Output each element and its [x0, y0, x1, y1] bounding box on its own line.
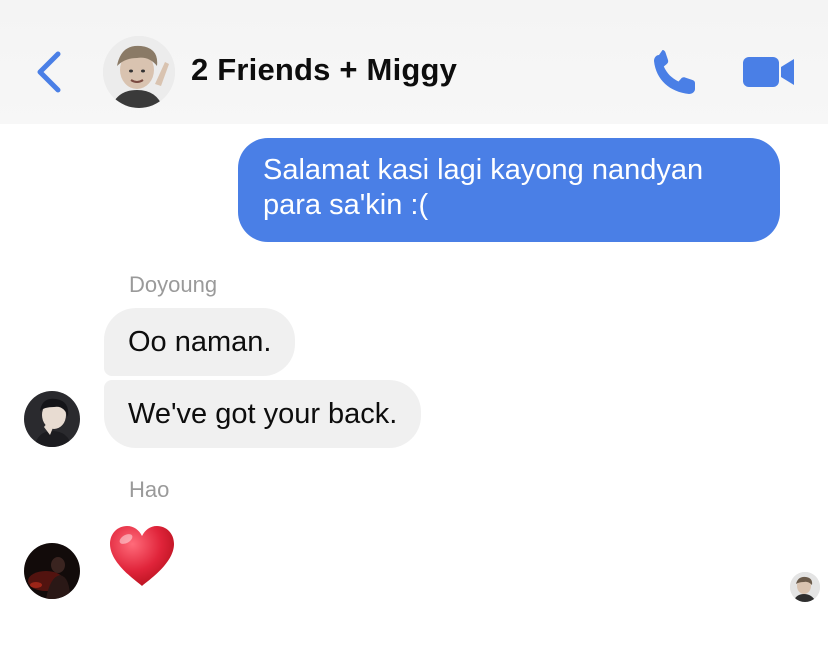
chevron-left-icon: [37, 51, 61, 93]
conversation-title[interactable]: 2 Friends + Miggy: [191, 52, 457, 88]
phone-icon: [654, 50, 695, 94]
group-avatar[interactable]: [103, 36, 175, 108]
read-receipt-avatar: [790, 572, 820, 602]
video-call-button[interactable]: [741, 52, 797, 92]
avatar-doyoung[interactable]: [24, 391, 80, 447]
call-button[interactable]: [648, 48, 700, 96]
chat-header: 2 Friends + Miggy: [0, 0, 828, 124]
incoming-message-bubble[interactable]: We've got your back.: [104, 380, 422, 448]
avatar-hao[interactable]: [24, 543, 80, 599]
outgoing-message-line-1: Salamat kasi lagi kayong nandyan: [263, 154, 704, 186]
heart-emoji-message[interactable]: [106, 522, 178, 590]
back-button[interactable]: [30, 48, 70, 96]
outgoing-message-bubble[interactable]: Salamat kasi lagi kayong nandyan para sa…: [238, 138, 780, 242]
heart-icon: [110, 526, 174, 586]
incoming-message-bubble[interactable]: Oo naman.: [104, 308, 296, 376]
video-camera-icon: [743, 57, 794, 87]
outgoing-message-line-2: para sa'kin :(: [263, 189, 429, 221]
sender-name-doyoung: Doyoung: [129, 272, 218, 297]
sender-name-hao: Hao: [129, 477, 170, 502]
